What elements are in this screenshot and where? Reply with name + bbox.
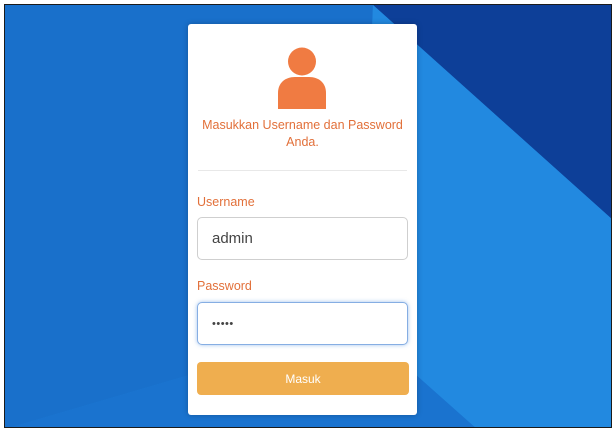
password-label: Password [197, 279, 252, 293]
user-icon [278, 47, 326, 109]
username-input[interactable] [197, 217, 408, 260]
username-label: Username [197, 195, 255, 209]
divider [198, 170, 407, 171]
submit-button[interactable]: Masuk [197, 362, 409, 395]
login-message: Masukkan Username dan Password Anda. [202, 118, 403, 149]
password-input[interactable] [197, 302, 408, 345]
login-card: Masukkan Username dan Password Anda. Use… [188, 24, 417, 415]
